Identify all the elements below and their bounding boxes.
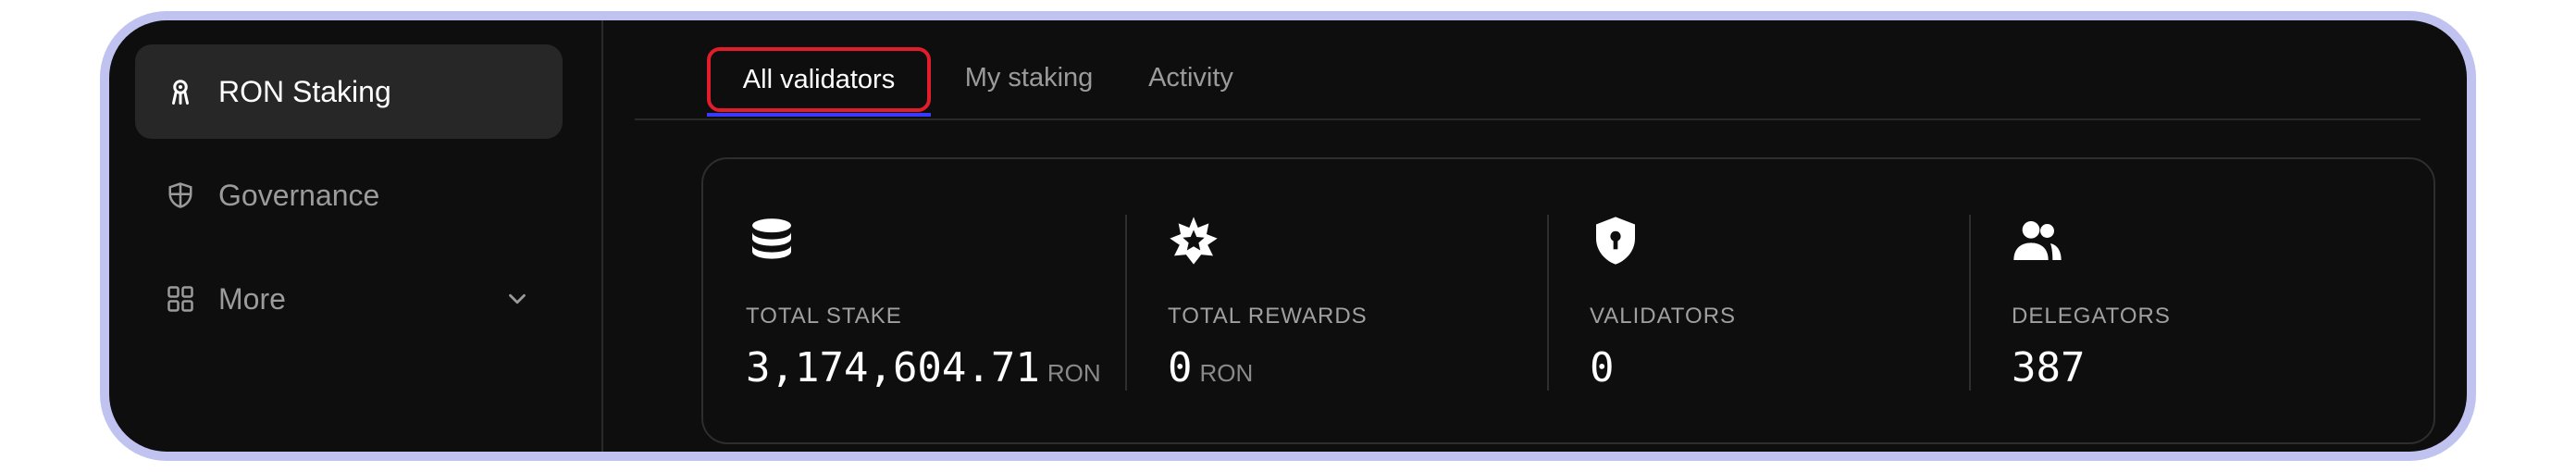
chevron-down-icon[interactable] [503,285,531,313]
stat-number: 387 [2012,344,2086,391]
stat-value: 0 [1590,344,1615,391]
stat-number: 0 [1168,344,1193,391]
users-icon [2012,215,2067,270]
stat-total-stake: TOTAL STAKE 3,174,604.71 RON [746,215,1101,391]
staking-icon [167,78,194,106]
stat-total-rewards: TOTAL REWARDS 0 RON [1168,215,1367,391]
tab-bar: All validators My staking Activity [635,20,2421,120]
star-badge-icon [1168,215,1223,270]
sidebar-item-label: RON Staking [218,74,391,108]
active-tab-indicator [707,113,931,117]
stat-value: 3,174,604.71 RON [746,344,1101,391]
divider [1969,215,1971,391]
stats-card: TOTAL STAKE 3,174,604.71 RON TOTAL REWARD… [701,157,2435,444]
stat-delegators: DELEGATORS 387 [2012,215,2170,391]
divider [1547,215,1549,391]
sidebar: RON Staking Governance More [109,20,603,452]
stat-label: VALIDATORS [1590,304,1737,329]
window-frame: RON Staking Governance More All validato [100,11,2476,461]
sidebar-item-more[interactable]: More [135,252,563,346]
sidebar-item-label: Governance [218,178,380,212]
stat-number: 0 [1590,344,1615,391]
tab-my-staking[interactable]: My staking [949,50,1108,106]
stat-unit: RON [1046,359,1101,387]
stat-number: 3,174,604.71 [746,344,1040,391]
stat-unit: RON [1199,359,1254,387]
sidebar-item-ron-staking[interactable]: RON Staking [135,44,563,139]
app-window: RON Staking Governance More All validato [109,20,2467,452]
stat-label: TOTAL REWARDS [1168,304,1368,329]
stat-label: TOTAL STAKE [746,304,902,329]
stat-label: DELEGATORS [2012,304,2171,329]
tab-activity[interactable]: Activity [1131,50,1251,106]
tab-all-validators[interactable]: All validators [707,47,931,112]
divider [1125,215,1127,391]
shield-lock-icon [1590,215,1645,270]
stat-value: 387 [2012,344,2085,391]
grid-icon [167,285,194,313]
sidebar-item-governance[interactable]: Governance [135,148,563,242]
sidebar-item-label: More [218,281,286,316]
stat-value: 0 RON [1168,344,1253,391]
stat-validators: VALIDATORS 0 [1590,215,1735,391]
coins-stack-icon [746,215,801,270]
shield-icon [167,181,194,209]
